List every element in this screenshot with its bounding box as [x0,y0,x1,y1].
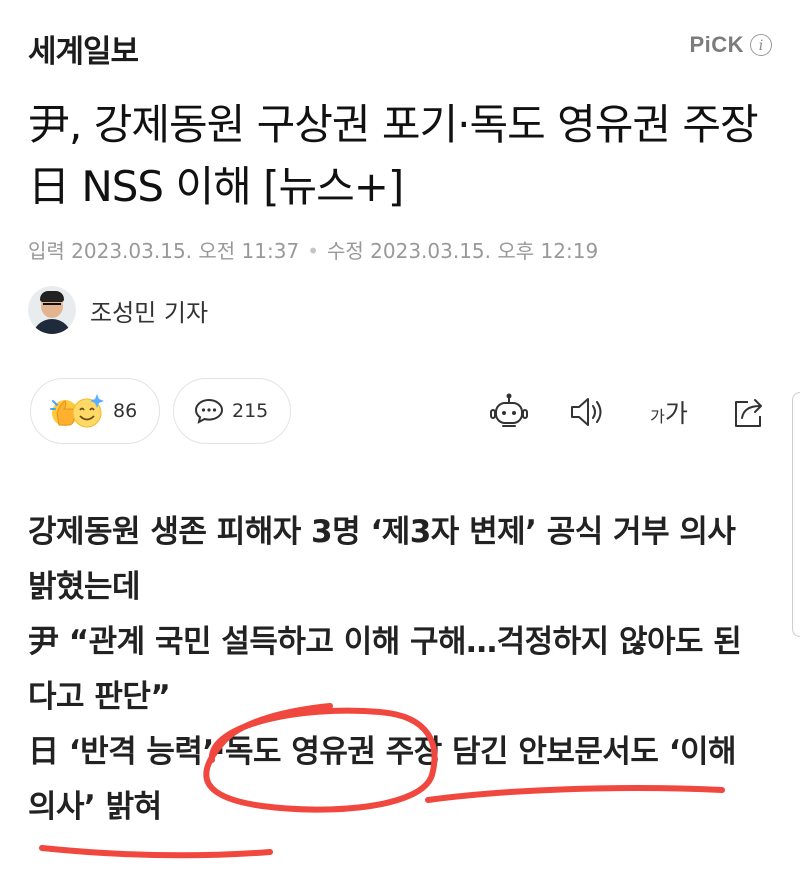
scrollbar[interactable] [792,392,800,637]
summary-bot-button[interactable] [489,392,529,432]
font-size-icon: 가가 [650,399,688,428]
article-dates: 입력 2023.03.15. 오전 11:37 • 수정 2023.03.15. 오… [28,235,598,264]
comment-count: 215 [232,400,269,422]
pick-label: PiCK [689,32,744,57]
summary-line-3: 日 ‘반격 능력’·독도 영유권 주장 담긴 안보문서도 ‘이해 의사’ 밝혀 [28,734,737,825]
annotation-underline-2 [39,845,273,859]
reaction-count: 86 [113,400,138,422]
info-icon[interactable]: i [750,34,772,56]
press-logo[interactable]: 세계일보 [28,26,139,71]
summary-line-2: 尹 “관계 국민 설득하고 이해 구해…걱정하지 않아도 된다고 판단” [28,624,742,715]
robot-summary-icon [490,393,528,427]
read-aloud-button[interactable] [566,392,606,432]
article-headline: 尹, 강제동원 구상권 포기·독도 영유권 주장 日 NSS 이해 [뉴스+] [28,100,759,211]
share-button[interactable] [728,392,768,432]
input-date: 입력 2023.03.15. 오전 11:37 [28,239,300,263]
pick-badge[interactable]: PiCK i [689,32,772,58]
date-separator: • [307,239,319,263]
comment-button[interactable]: 215 [173,378,291,444]
article-summary: 강제동원 생존 피해자 3명 ‘제3자 변제’ 공식 거부 의사 밝혔는데 尹 … [28,505,768,835]
share-icon [735,399,762,427]
author-name[interactable]: 조성민 기자 [90,293,208,328]
summary-line-1: 강제동원 생존 피해자 3명 ‘제3자 변제’ 공식 거부 의사 밝혔는데 [28,514,736,605]
modified-date: 수정 2023.03.15. 오후 12:19 [326,239,599,263]
author-byline[interactable]: 조성민 기자 [28,286,208,334]
font-size-button[interactable]: 가가 [646,392,692,432]
reaction-button[interactable]: 86 [30,378,160,444]
comment-bubble-icon [194,398,224,424]
reaction-emoji-icon [50,394,104,428]
speaker-icon [571,398,602,426]
avatar[interactable] [28,286,76,334]
